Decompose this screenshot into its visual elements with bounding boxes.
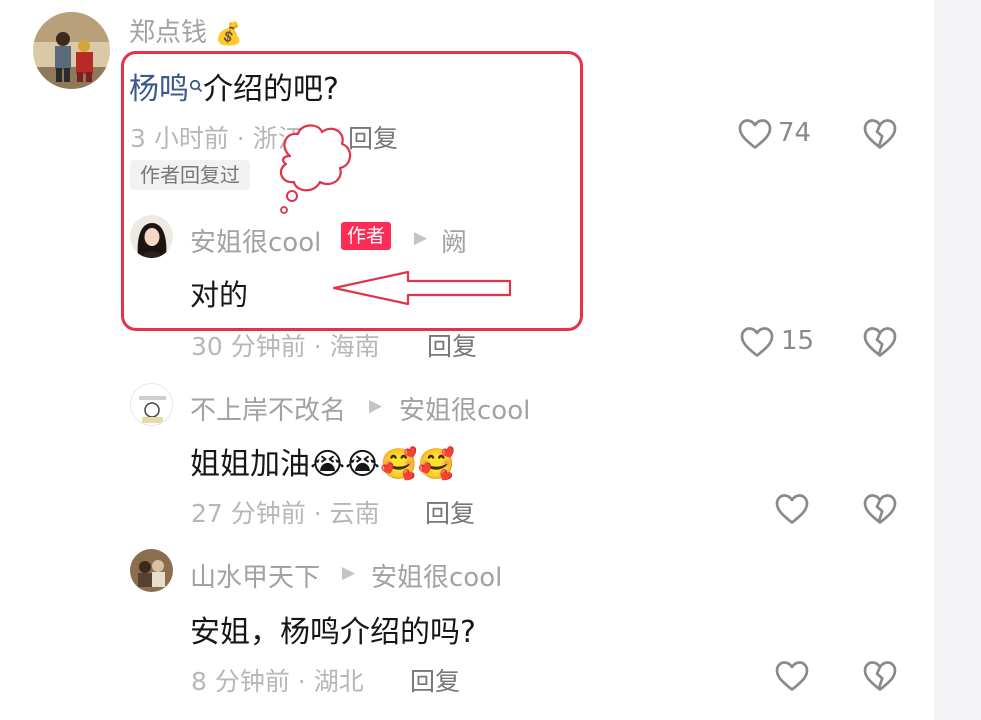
- reply-button[interactable]: 回复: [425, 494, 475, 530]
- reply-username[interactable]: 山水甲天下: [190, 557, 320, 594]
- like-count: 15: [781, 326, 815, 356]
- annotation-scribble: [279, 124, 352, 214]
- reply-button[interactable]: 回复: [410, 662, 460, 698]
- reply-to-username[interactable]: 安姐很cool: [399, 390, 530, 427]
- avatar[interactable]: [33, 12, 110, 89]
- annotation-arrow: [332, 270, 512, 306]
- reply-meta: 30 分钟前 · 海南: [191, 332, 380, 361]
- like-icon[interactable]: [774, 659, 810, 693]
- reply-text: 安姐，杨鸣介绍的吗?: [190, 615, 476, 650]
- reply-text: 姐姐加油: [190, 447, 310, 482]
- dislike-icon[interactable]: [862, 117, 898, 151]
- like-icon[interactable]: [774, 492, 810, 526]
- reply-button[interactable]: 回复: [427, 327, 477, 363]
- reply-arrow-icon: ▶: [342, 563, 356, 583]
- money-bag-emoji: 💰: [215, 22, 243, 47]
- avatar[interactable]: [130, 549, 173, 592]
- emoji-sequence: 😭😭🥰🥰: [310, 447, 455, 482]
- like-icon[interactable]: [739, 325, 775, 359]
- dislike-icon[interactable]: [862, 325, 898, 359]
- avatar[interactable]: [130, 383, 173, 426]
- username[interactable]: 郑点钱: [129, 18, 207, 48]
- side-gutter: [934, 0, 981, 720]
- like-count: 74: [778, 118, 812, 148]
- reply-meta: 27 分钟前 · 云南: [191, 499, 380, 528]
- reply-to-username[interactable]: 安姐很cool: [371, 557, 502, 594]
- reply-arrow-icon: ▶: [369, 396, 383, 416]
- like-icon[interactable]: [737, 117, 773, 151]
- dislike-icon[interactable]: [862, 492, 898, 526]
- dislike-icon[interactable]: [862, 659, 898, 693]
- reply-username[interactable]: 不上岸不改名: [190, 390, 346, 427]
- reply-meta: 8 分钟前 · 湖北: [191, 667, 364, 696]
